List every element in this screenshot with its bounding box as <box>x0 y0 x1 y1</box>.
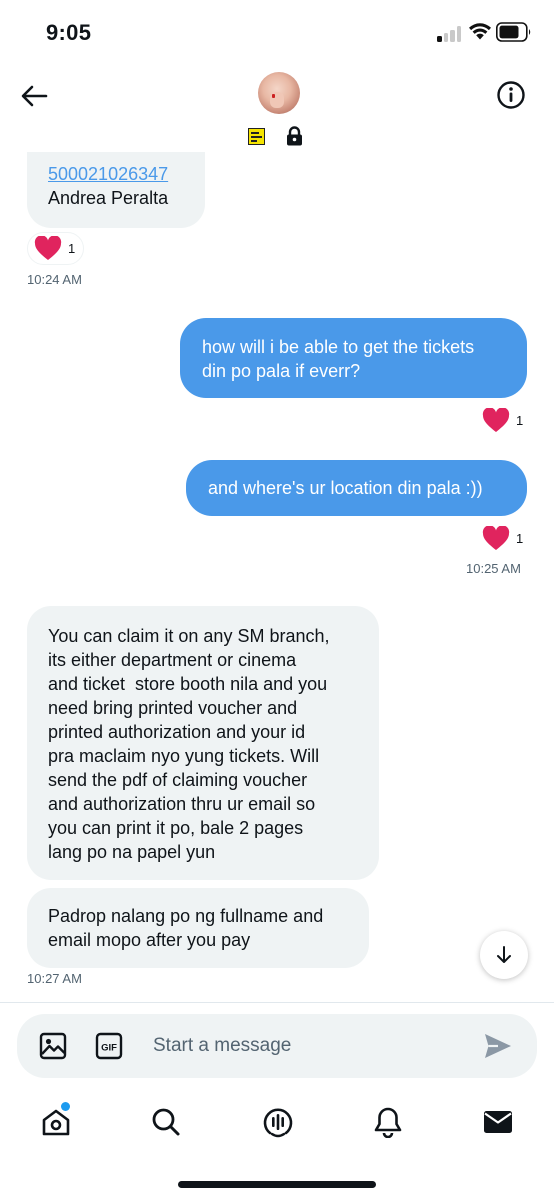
notification-dot <box>61 1102 70 1111</box>
battery-icon <box>496 22 531 42</box>
message-line: Padrop nalang po ng fullname and <box>48 906 324 926</box>
nav-messages[interactable] <box>478 1102 518 1142</box>
heart-icon <box>34 236 62 260</box>
message-reaction[interactable]: 1 <box>482 408 523 433</box>
spaces-icon <box>263 1108 293 1138</box>
conversation-info-button[interactable] <box>494 78 528 112</box>
reaction-count: 1 <box>516 413 524 428</box>
nav-spaces[interactable] <box>258 1102 298 1142</box>
wifi-icon <box>469 23 491 40</box>
message-line: lang po na papel yun <box>48 842 216 862</box>
scroll-to-bottom-button[interactable] <box>480 931 528 979</box>
message-timestamp: 10:25 AM <box>466 561 521 576</box>
message-line: need bring printed voucher and <box>48 698 298 718</box>
message-reaction[interactable]: 1 <box>27 232 85 265</box>
message-line: and authorization thru ur email so <box>48 794 316 814</box>
cellular-signal-icon <box>437 24 463 42</box>
info-circle-icon <box>497 81 525 109</box>
status-time: 9:05 <box>46 20 92 45</box>
conversation-header <box>0 60 554 160</box>
outgoing-message-bubble[interactable]: how will i be able to get the tickets di… <box>180 318 527 398</box>
image-icon[interactable] <box>39 1032 67 1060</box>
heart-icon <box>482 408 510 432</box>
home-indicator <box>178 1181 376 1188</box>
message-reaction[interactable]: 1 <box>482 526 523 551</box>
home-icon <box>42 1109 70 1136</box>
incoming-message-bubble[interactable]: 500021026347 Andrea Peralta <box>27 152 205 228</box>
message-line: and ticket store booth nila and you <box>48 674 328 694</box>
message-line: how will i be able to get the tickets <box>202 337 475 357</box>
search-icon <box>152 1108 180 1136</box>
nav-search[interactable] <box>146 1102 186 1142</box>
incoming-message-bubble[interactable]: You can claim it on any SM branch, its e… <box>27 606 379 880</box>
status-bar: 9:05 <box>0 0 554 60</box>
send-icon[interactable] <box>483 1032 513 1060</box>
messages-icon <box>484 1111 512 1133</box>
arrow-down-icon <box>497 946 511 963</box>
message-line: send the pdf of claiming voucher <box>48 770 308 790</box>
gif-label: GIF <box>101 1043 117 1054</box>
ticket-badge-icon <box>248 128 265 145</box>
bottom-navigation <box>0 1090 554 1160</box>
message-composer: GIF <box>17 1014 537 1078</box>
nav-notifications[interactable] <box>368 1102 408 1142</box>
message-line: its either department or cinema <box>48 650 297 670</box>
gif-icon[interactable]: GIF <box>95 1032 123 1060</box>
notifications-icon <box>374 1107 402 1138</box>
reaction-count: 1 <box>68 241 76 256</box>
message-line: printed authorization and your id <box>48 722 306 742</box>
message-line: you can print it po, bale 2 pages <box>48 818 304 838</box>
lock-icon <box>287 126 302 146</box>
message-timestamp: 10:27 AM <box>27 971 82 986</box>
back-button[interactable] <box>14 78 54 114</box>
message-line: din po pala if everr? <box>202 361 361 381</box>
message-timestamp: 10:24 AM <box>27 272 82 287</box>
message-input[interactable] <box>153 1032 453 1060</box>
arrow-left-icon <box>21 85 48 107</box>
heart-icon <box>482 526 510 550</box>
message-line: pra maclaim nyo yung tickets. Will <box>48 746 320 766</box>
outgoing-message-bubble[interactable]: and where's ur location din pala :)) <box>186 460 527 516</box>
incoming-message-bubble[interactable]: Padrop nalang po ng fullname and email m… <box>27 888 369 968</box>
nav-home[interactable] <box>36 1102 76 1142</box>
reaction-count: 1 <box>516 531 524 546</box>
avatar[interactable] <box>258 72 300 114</box>
message-line: email mopo after you pay <box>48 930 251 950</box>
message-line: and where's ur location din pala :)) <box>208 478 483 498</box>
message-text: Andrea Peralta <box>48 188 169 208</box>
divider <box>0 1002 554 1003</box>
message-link[interactable]: 500021026347 <box>48 164 168 185</box>
message-line: You can claim it on any SM branch, <box>48 626 330 646</box>
